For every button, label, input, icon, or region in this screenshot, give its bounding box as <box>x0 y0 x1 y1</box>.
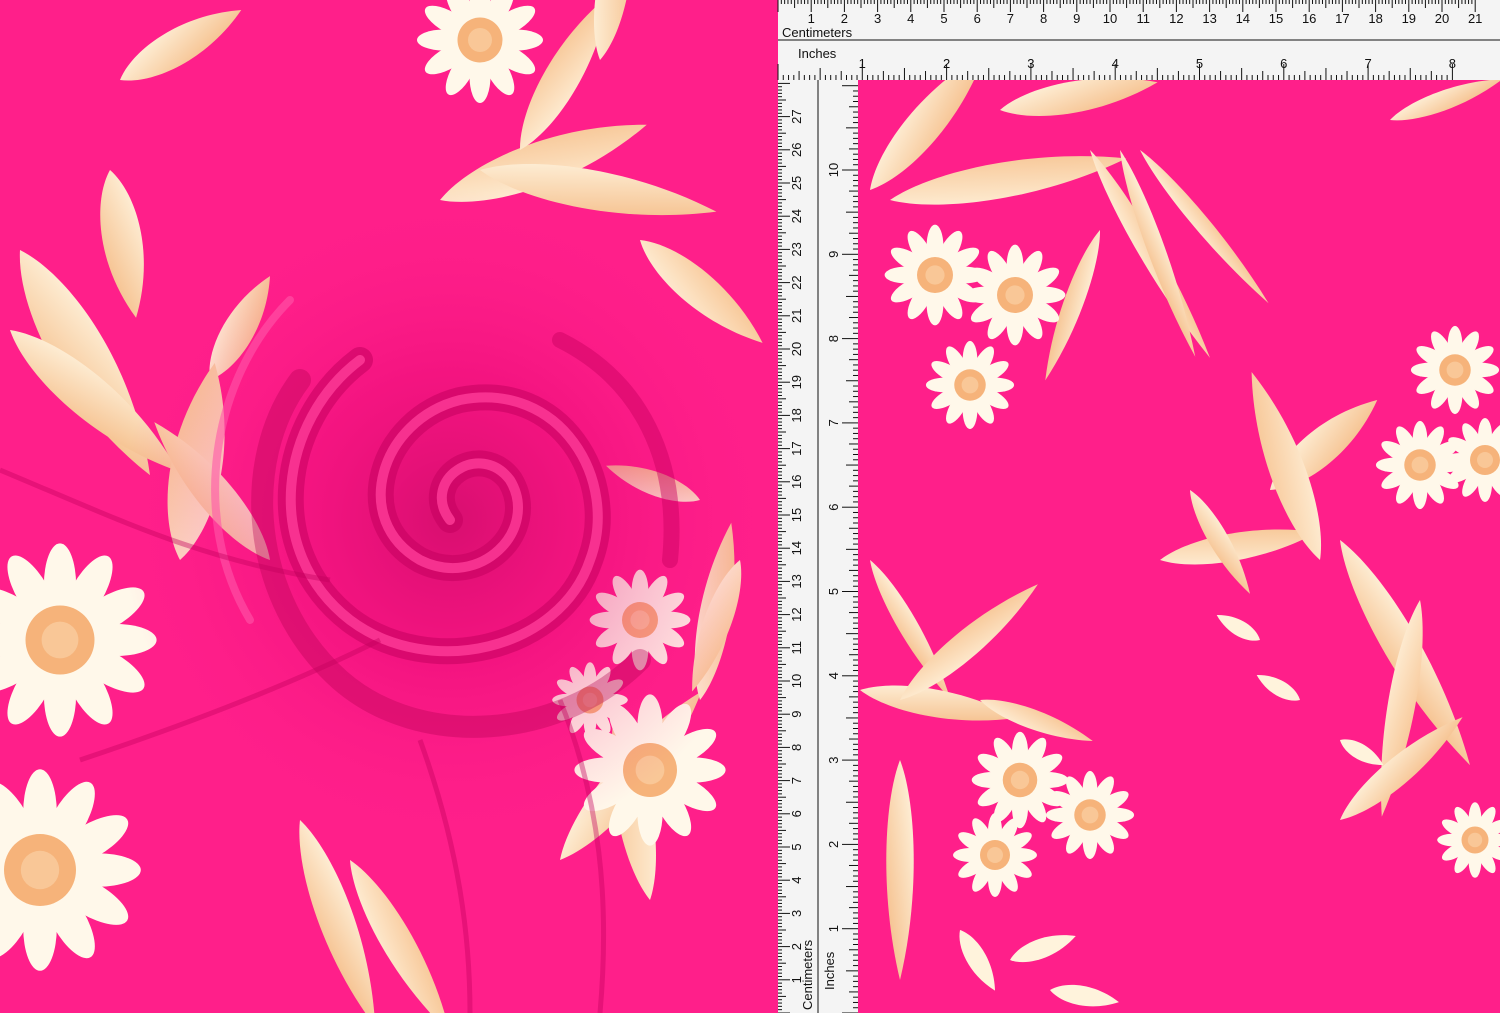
left-in-label: 7 <box>826 419 841 426</box>
right-fabric-base <box>858 80 1500 1013</box>
top-cm-label: 18 <box>1368 11 1382 26</box>
top-cm-label: 7 <box>1007 11 1014 26</box>
top-cm-label: 9 <box>1073 11 1080 26</box>
left-cm-label: 15 <box>789 508 804 522</box>
top-cm-label: 14 <box>1236 11 1250 26</box>
top-ruler: 1 2 3 4 5 6 7 8 9 10 11 12 13 14 15 16 17 18 19 20 211 2 3 4 5 6 7… <box>777 0 1500 80</box>
left-fabric-panel <box>0 0 780 1013</box>
top-in-label: 2 <box>943 56 950 71</box>
top-cm-label: 17 <box>1335 11 1349 26</box>
left-cm-label: 10 <box>789 674 804 688</box>
left-in-label: 2 <box>826 841 841 848</box>
top-in-label: 6 <box>1280 56 1287 71</box>
top-cm-label: 21 <box>1468 11 1482 26</box>
left-cm-label: 12 <box>789 607 804 621</box>
left-cm-label: 14 <box>789 541 804 555</box>
top-in-label: 4 <box>1112 56 1119 71</box>
left-cm-label: 16 <box>789 475 804 489</box>
top-cm-label: 2 <box>841 11 848 26</box>
top-unit-in-label: Inches <box>798 46 837 61</box>
left-unit-in-label: Inches <box>822 951 837 990</box>
top-cm-label: 11 <box>1136 11 1150 26</box>
left-in-label: 10 <box>826 163 841 177</box>
right-fabric-panel <box>856 40 1500 1013</box>
left-cm-label: 21 <box>789 309 804 323</box>
left-cm-label: 19 <box>789 375 804 389</box>
top-cm-label: 13 <box>1202 11 1216 26</box>
top-cm-label: 15 <box>1269 11 1283 26</box>
left-cm-label: 9 <box>789 711 804 718</box>
left-cm-label: 11 <box>789 641 804 655</box>
top-cm-label: 1 <box>808 11 815 26</box>
left-cm-label: 25 <box>789 176 804 190</box>
left-cm-label: 24 <box>789 209 804 223</box>
top-in-label: 8 <box>1449 56 1456 71</box>
top-in-label: 7 <box>1364 56 1371 71</box>
left-cm-label: 6 <box>789 810 804 817</box>
left-cm-label: 4 <box>789 877 804 884</box>
left-in-label: 3 <box>826 756 841 763</box>
left-cm-label: 5 <box>789 843 804 850</box>
top-cm-label: 16 <box>1302 11 1316 26</box>
left-in-label: 8 <box>826 335 841 342</box>
top-cm-label: 19 <box>1402 11 1416 26</box>
left-in-label: 9 <box>826 251 841 258</box>
left-in-label: 4 <box>826 672 841 679</box>
left-ruler: 1234567891011121314151617181920212223242… <box>778 80 858 1013</box>
top-cm-label: 12 <box>1169 11 1183 26</box>
top-cm-label: 20 <box>1435 11 1449 26</box>
left-cm-label: 7 <box>789 777 804 784</box>
left-cm-label: 22 <box>789 275 804 289</box>
top-cm-label: 5 <box>940 11 947 26</box>
left-in-label: 6 <box>826 504 841 511</box>
left-cm-label: 20 <box>789 342 804 356</box>
left-cm-label: 8 <box>789 744 804 751</box>
top-in-label: 3 <box>1027 56 1034 71</box>
top-cm-label: 6 <box>974 11 981 26</box>
left-cm-label: 23 <box>789 242 804 256</box>
top-in-label: 5 <box>1196 56 1203 71</box>
top-cm-label: 4 <box>907 11 914 26</box>
left-unit-cm-label: Centimeters <box>800 939 815 1010</box>
left-in-label: 5 <box>826 588 841 595</box>
top-cm-label: 3 <box>874 11 881 26</box>
left-in-label: 1 <box>826 925 841 932</box>
top-unit-cm-label: Centimeters <box>782 25 853 40</box>
left-cm-label: 17 <box>789 441 804 455</box>
left-cm-label: 3 <box>789 910 804 917</box>
fabric-photo: 1 2 3 4 5 6 7 8 9 10 11 12 13 14 15 16 17 18 19 20 211 2 3 4 5 6 7… <box>0 0 1500 1013</box>
left-cm-label: 27 <box>789 109 804 123</box>
left-cm-label: 18 <box>789 408 804 422</box>
top-cm-label: 10 <box>1103 11 1117 26</box>
top-in-label: 1 <box>859 56 866 71</box>
top-cm-label: 8 <box>1040 11 1047 26</box>
left-cm-label: 13 <box>789 574 804 588</box>
left-cm-label: 26 <box>789 143 804 157</box>
